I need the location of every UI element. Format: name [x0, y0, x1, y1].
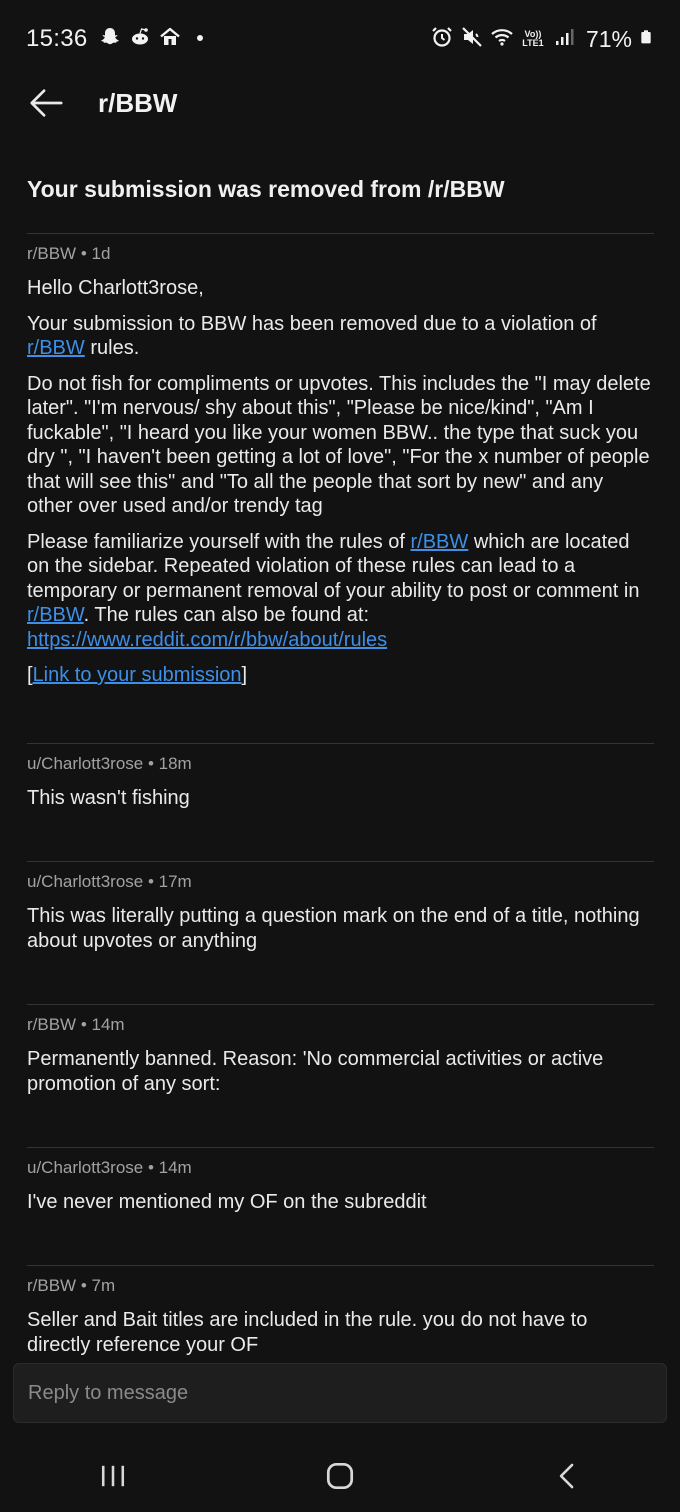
message-body: I've never mentioned my OF on the subred…	[27, 1191, 427, 1213]
volte-icon: Vo)) LTE1	[522, 29, 544, 48]
home-nav-button[interactable]	[300, 1446, 380, 1506]
message-meta: u/Charlott3rose • 14m	[27, 1158, 192, 1177]
submission-link-line: [Link to your submission]	[27, 664, 248, 686]
message-body: Permanently banned. Reason: 'No commerci…	[27, 1048, 604, 1095]
submission-link[interactable]: Link to your submission	[33, 664, 242, 686]
battery-percentage: 71%	[585, 25, 632, 52]
removal-paragraph: Your submission to BBW has been removed …	[27, 312, 597, 360]
message-item: u/Charlott3rose • 18m This wasn't fishin…	[27, 743, 654, 861]
subreddit-link[interactable]: r/BBW	[27, 337, 85, 359]
subreddit-link[interactable]: r/BBW	[411, 531, 469, 553]
subreddit-link[interactable]: r/BBW	[27, 604, 84, 626]
app-header: r/BBW	[0, 78, 680, 128]
back-nav-icon	[559, 1463, 574, 1489]
status-bar: 15:36 Vo)) LTE1 71%	[0, 0, 680, 78]
message-item: r/BBW • 1d Hello Charlott3rose, Your sub…	[27, 233, 654, 743]
message-meta: u/Charlott3rose • 18m	[27, 754, 192, 773]
familiarize-paragraph: Please familiarize yourself with the rul…	[27, 530, 640, 651]
message-body: This wasn't fishing	[27, 787, 190, 809]
arrow-left-icon	[30, 89, 63, 117]
message-body: Hello Charlott3rose, Your submission to …	[27, 276, 654, 688]
alarm-icon	[430, 25, 454, 54]
battery-icon	[638, 25, 654, 54]
message-item: u/Charlott3rose • 17m This was literally…	[27, 861, 654, 1004]
message-body: This was literally putting a question ma…	[27, 905, 640, 952]
rules-url-link[interactable]: https://www.reddit.com/r/bbw/about/rules	[27, 629, 387, 651]
recent-apps-button[interactable]	[73, 1446, 153, 1506]
message-meta: r/BBW • 7m	[27, 1276, 116, 1295]
mute-icon	[460, 25, 484, 54]
reply-input[interactable]	[28, 1381, 666, 1405]
signal-icon	[552, 25, 576, 54]
message-item: r/BBW • 14m Permanently banned. Reason: …	[27, 1004, 654, 1147]
reddit-icon	[128, 25, 152, 54]
snapchat-icon	[98, 25, 122, 54]
message-thread: r/BBW • 1d Hello Charlott3rose, Your sub…	[27, 233, 654, 1385]
back-nav-button[interactable]	[527, 1446, 607, 1506]
reply-box[interactable]	[13, 1363, 667, 1423]
message-body: Seller and Bait titles are included in t…	[27, 1309, 588, 1356]
wifi-icon	[490, 25, 514, 54]
recent-apps-icon	[102, 1465, 125, 1487]
status-time: 15:36	[26, 25, 88, 52]
message-meta: u/Charlott3rose • 17m	[27, 872, 192, 891]
message-meta: r/BBW • 14m	[27, 1015, 125, 1034]
greeting-text: Hello Charlott3rose,	[27, 277, 204, 299]
message-subject: Your submission was removed from /r/BBW	[27, 176, 505, 202]
header-title: r/BBW	[98, 87, 178, 118]
home-icon	[158, 25, 182, 54]
rule-paragraph: Do not fish for compliments or upvotes. …	[27, 372, 651, 518]
back-button[interactable]	[26, 83, 66, 123]
system-nav-bar	[0, 1440, 680, 1512]
dot-icon	[188, 25, 212, 54]
message-item: u/Charlott3rose • 14m I've never mention…	[27, 1147, 654, 1265]
home-button-icon	[326, 1462, 354, 1490]
message-meta: r/BBW • 1d	[27, 244, 111, 263]
